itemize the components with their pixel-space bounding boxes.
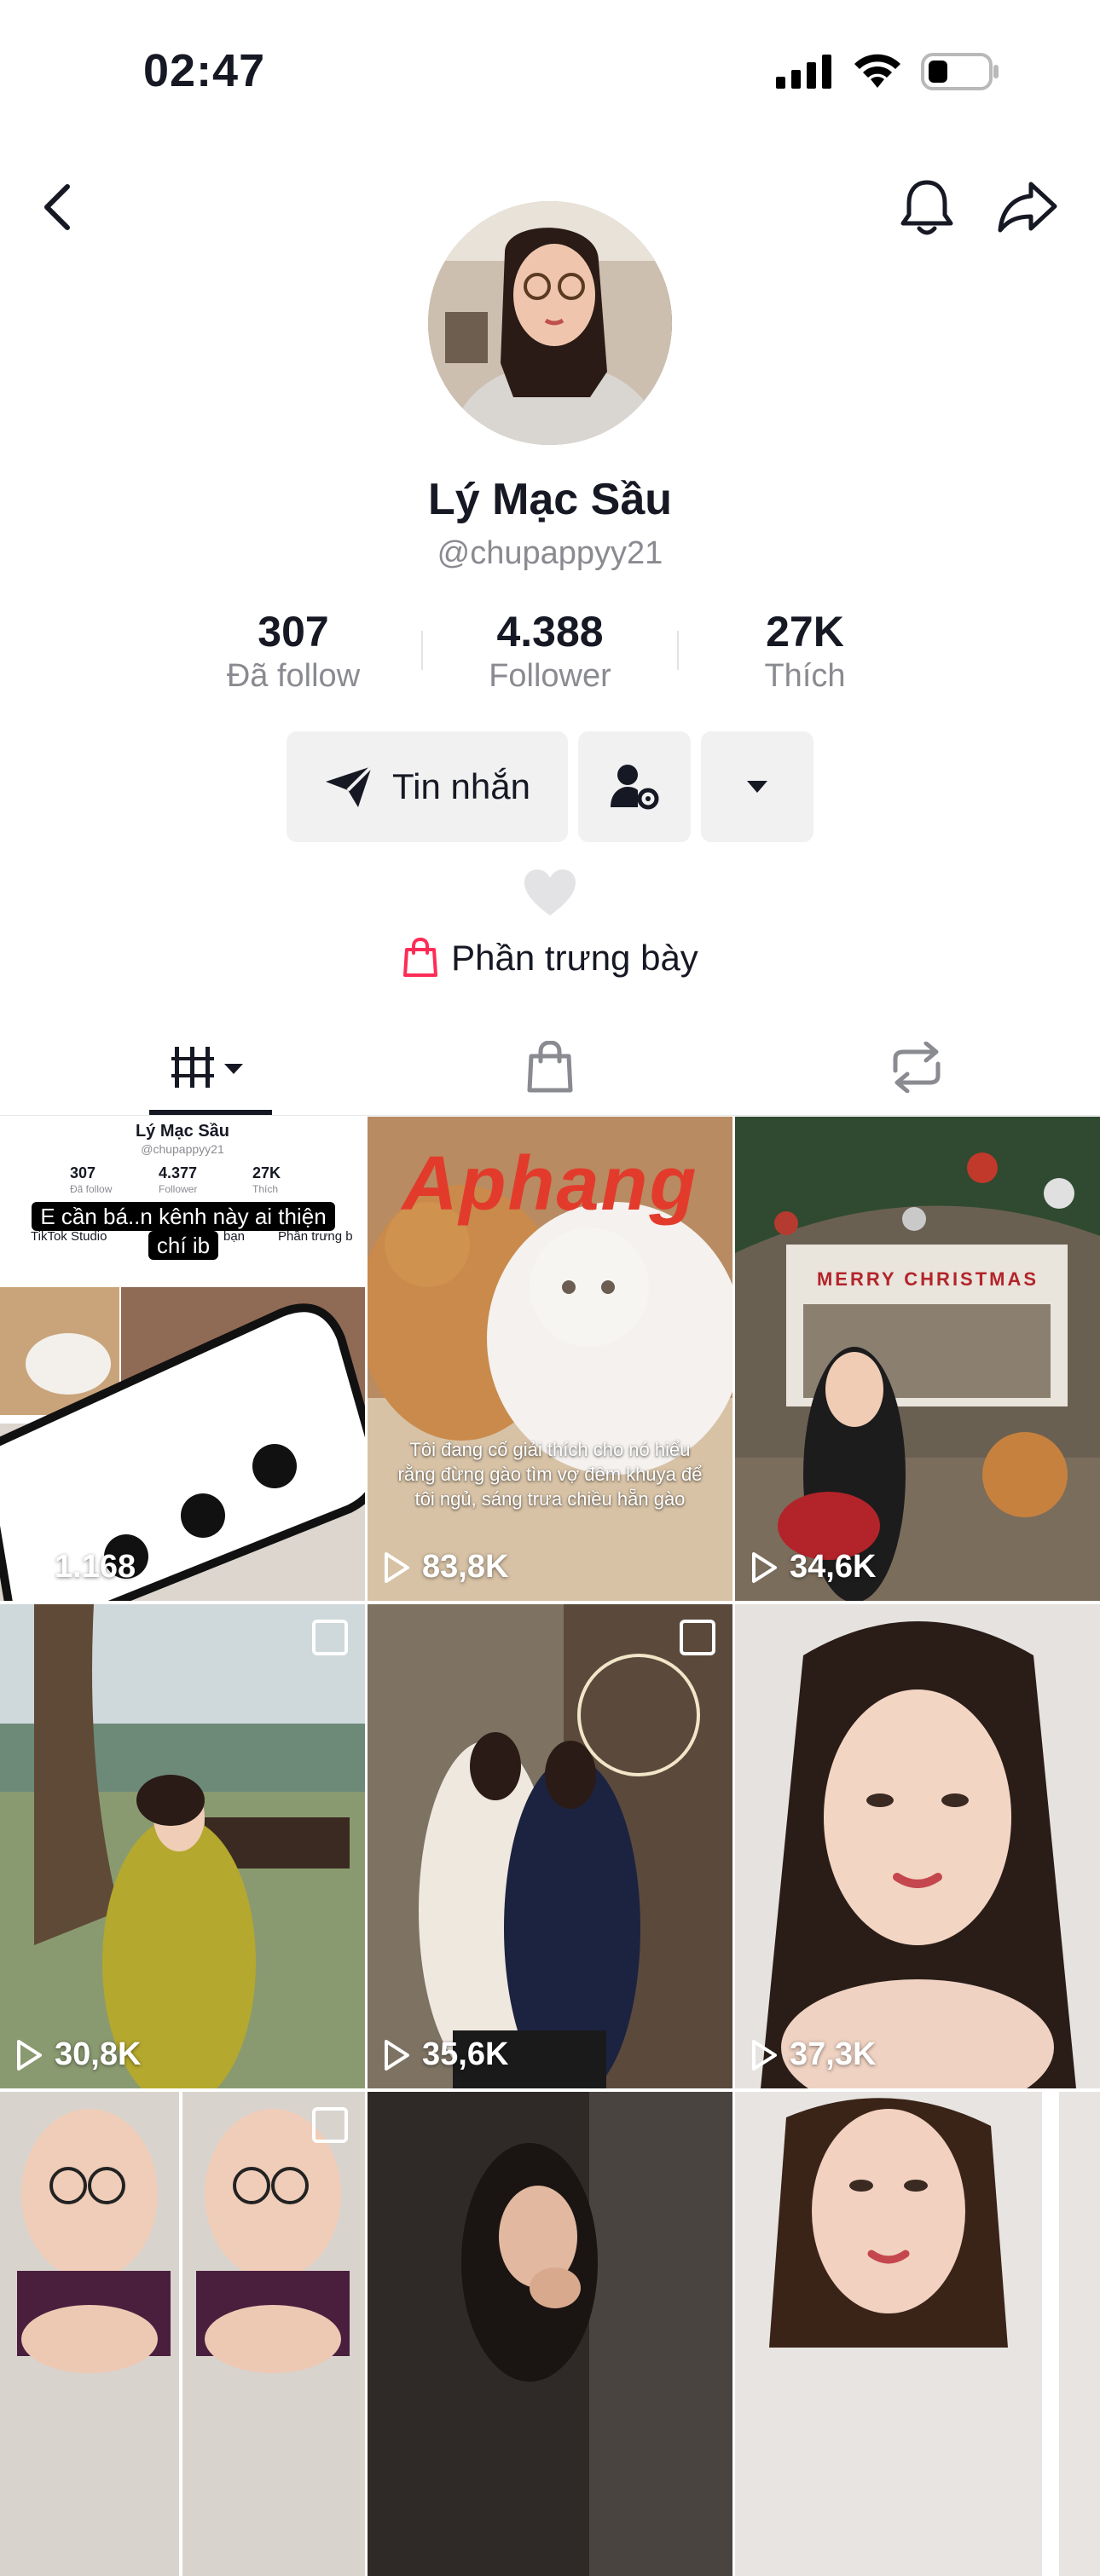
multi-image-icon: [312, 2107, 348, 2143]
video-overlay-text: E cần bá..n kênh này ai thiện chí ib: [24, 1202, 343, 1260]
video-thumbnail[interactable]: 35,6K: [368, 1604, 732, 2088]
stat-followers[interactable]: 4.388 Follower: [422, 607, 678, 695]
video-cover: [368, 2092, 732, 2576]
view-count-label: 30,8K: [55, 2036, 142, 2072]
video-sign-text: MERRY CHRISTMAS: [816, 1268, 1039, 1290]
inner-profile-name: Lý Mạc Sầu: [135, 1122, 230, 1141]
view-count-label: 37,3K: [790, 2036, 877, 2072]
tab-shop[interactable]: [367, 1019, 733, 1115]
shopping-bag-icon: [403, 938, 438, 977]
video-caption: Tôi đang cố giải thích cho nó hiểu rằng …: [397, 1439, 703, 1510]
view-count-label: 1.168: [55, 1549, 136, 1585]
back-button[interactable]: [19, 169, 96, 245]
tab-videos[interactable]: [27, 1019, 394, 1115]
following-label: Đã follow: [226, 658, 361, 694]
content-tabs: [0, 1019, 1100, 1116]
shopping-bag-icon: [527, 1041, 573, 1093]
video-thumbnail[interactable]: Lý Mạc Sầu @chupappyy21 307 4.377 27K Đã…: [0, 1117, 365, 1601]
video-thumbnail[interactable]: 30,8K: [0, 1604, 365, 2088]
showcase-label: Phần trưng bày: [451, 938, 698, 978]
heart-icon: [523, 868, 577, 921]
share-arrow-icon: [998, 182, 1057, 233]
likes-label: Thích: [764, 658, 846, 694]
multi-image-icon: [680, 1620, 715, 1655]
inner-stat-label: Đã follow: [70, 1183, 113, 1195]
video-thumbnail[interactable]: Aphang Tôi đang cố giải thích cho nó hiể…: [368, 1117, 732, 1601]
battery-icon: [921, 53, 999, 90]
view-count: 35,6K: [383, 2036, 508, 2073]
view-count-label: 34,6K: [790, 1549, 877, 1585]
video-thumbnail[interactable]: 37,3K: [735, 1604, 1100, 2088]
video-cover: [368, 1604, 732, 2088]
inner-profile-handle: @chupappyy21: [141, 1142, 224, 1156]
status-time: 02:47: [143, 45, 266, 96]
inner-stat: 4.377: [159, 1164, 198, 1181]
view-count: 1.168: [15, 1549, 136, 1585]
tab-reposts[interactable]: [733, 1019, 1100, 1115]
view-count: 37,3K: [750, 2036, 876, 2073]
view-count-label: 35,6K: [422, 2036, 509, 2072]
play-outline-icon: [17, 2039, 42, 2071]
play-outline-icon: [752, 1551, 777, 1583]
play-outline-icon: [17, 1551, 42, 1583]
video-cover: [735, 2092, 1100, 2576]
multi-image-icon: [312, 1620, 348, 1655]
user-settings-button[interactable]: [578, 731, 691, 842]
video-thumbnail[interactable]: MERRY CHRISTMAS 34,6K: [735, 1117, 1100, 1601]
caret-down-icon: [747, 781, 767, 793]
inner-stat: 27K: [252, 1164, 281, 1181]
stat-following[interactable]: 307 Đã follow: [165, 607, 421, 695]
send-icon: [326, 765, 373, 807]
repost-icon: [893, 1042, 941, 1093]
play-outline-icon: [385, 2039, 409, 2071]
play-outline-icon: [752, 2039, 777, 2071]
user-gear-icon: [611, 765, 659, 810]
stat-likes[interactable]: 27K Thích: [677, 607, 933, 695]
video-brand-text: Aphang: [402, 1141, 698, 1227]
notification-button[interactable]: [889, 169, 965, 245]
video-cover: [0, 2092, 365, 2576]
more-dropdown-button[interactable]: [701, 731, 813, 842]
message-button[interactable]: Tin nhắn: [287, 731, 568, 842]
chevron-left-icon: [44, 184, 70, 230]
tab-active-indicator: [149, 1110, 272, 1115]
view-count: 34,6K: [750, 1549, 876, 1585]
video-overlay-label: E cần bá..n kênh này ai thiện chí ib: [32, 1202, 335, 1260]
play-outline-icon: [385, 1551, 409, 1583]
following-count: 307: [258, 608, 329, 656]
message-button-label: Tin nhắn: [392, 766, 530, 806]
followers-label: Follower: [489, 658, 611, 694]
inner-stat-label: Thích: [252, 1183, 279, 1195]
video-cover: [0, 1604, 365, 2088]
video-cover: [735, 1604, 1100, 2088]
wifi-icon: [854, 54, 900, 88]
view-count: 30,8K: [15, 2036, 141, 2073]
profile-avatar[interactable]: [428, 201, 672, 445]
bell-icon: [900, 180, 953, 235]
video-thumbnail[interactable]: [368, 2092, 732, 2576]
cellular-signal-icon: [776, 55, 831, 89]
videos-grid-icon: [171, 1047, 243, 1088]
share-button[interactable]: [989, 169, 1066, 245]
showcase-link[interactable]: Phần trưng bày: [0, 938, 1100, 979]
view-count-label: 83,8K: [422, 1549, 509, 1585]
avatar-image: [428, 201, 672, 445]
view-count: 83,8K: [383, 1549, 508, 1585]
profile-handle: @chupappyy21: [437, 535, 663, 571]
inner-stat-label: Follower: [159, 1183, 198, 1195]
video-thumbnail[interactable]: [735, 2092, 1100, 2576]
inner-stat: 307: [70, 1164, 96, 1181]
status-icons: [776, 53, 999, 90]
likes-count: 27K: [766, 608, 844, 656]
video-thumbnail[interactable]: [0, 2092, 365, 2576]
followers-count: 4.388: [496, 608, 604, 656]
video-cover: [735, 1117, 1100, 1601]
profile-name: Lý Mạc Sầu: [427, 475, 673, 524]
